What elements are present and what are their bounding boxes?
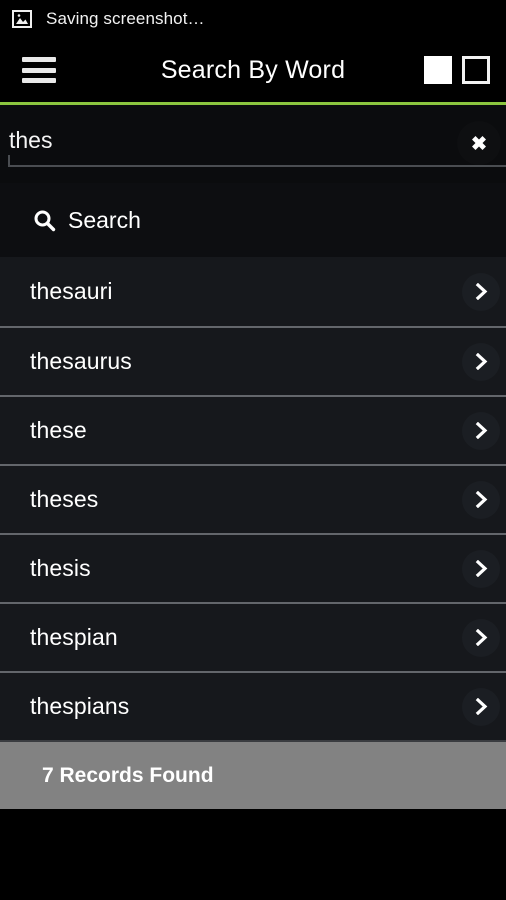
list-item[interactable]: thespians bbox=[0, 671, 506, 740]
app-screen: Saving screenshot… Search By Word thes S… bbox=[0, 0, 506, 900]
list-item-label: thesaurus bbox=[30, 348, 132, 374]
bottom-empty-area bbox=[0, 809, 506, 879]
square-outline-icon[interactable] bbox=[462, 56, 490, 84]
list-item-label: thesis bbox=[30, 555, 91, 581]
chevron-right-icon[interactable] bbox=[462, 272, 500, 311]
records-found-bar: 7 Records Found bbox=[0, 740, 506, 809]
search-icon bbox=[33, 209, 56, 232]
search-input-underline bbox=[8, 155, 506, 167]
search-section-label: Search bbox=[68, 206, 141, 233]
list-item-label: these bbox=[30, 417, 87, 443]
app-bar: Search By Word bbox=[0, 38, 506, 102]
search-input[interactable]: thes bbox=[9, 127, 52, 154]
image-icon bbox=[12, 10, 32, 28]
list-item[interactable]: thespian bbox=[0, 602, 506, 671]
hamburger-menu-icon[interactable] bbox=[22, 57, 56, 83]
list-item-label: thespians bbox=[30, 693, 130, 719]
list-item-label: thespian bbox=[30, 624, 118, 650]
status-bar: Saving screenshot… bbox=[0, 0, 506, 38]
results-list: thesauri thesaurus these theses thesis thespi… bbox=[0, 257, 506, 740]
chevron-right-icon[interactable] bbox=[462, 549, 500, 588]
square-filled-icon[interactable] bbox=[424, 56, 452, 84]
list-item-label: theses bbox=[30, 486, 99, 512]
close-icon[interactable] bbox=[457, 121, 501, 165]
status-bar-text: Saving screenshot… bbox=[46, 9, 205, 28]
chevron-right-icon[interactable] bbox=[462, 480, 500, 519]
list-item[interactable]: thesaurus bbox=[0, 326, 506, 395]
list-item[interactable]: these bbox=[0, 395, 506, 464]
chevron-right-icon[interactable] bbox=[462, 342, 500, 381]
chevron-right-icon[interactable] bbox=[462, 411, 500, 450]
chevron-right-icon[interactable] bbox=[462, 618, 500, 657]
list-item-label: thesauri bbox=[30, 278, 113, 304]
search-section-header[interactable]: Search bbox=[0, 183, 506, 257]
list-item[interactable]: thesauri bbox=[0, 257, 506, 326]
chevron-right-icon[interactable] bbox=[462, 687, 500, 726]
app-bar-actions bbox=[424, 56, 506, 84]
search-field-container[interactable]: thes bbox=[0, 105, 506, 183]
list-item[interactable]: thesis bbox=[0, 533, 506, 602]
records-found-text: 7 Records Found bbox=[42, 763, 214, 787]
list-item[interactable]: theses bbox=[0, 464, 506, 533]
